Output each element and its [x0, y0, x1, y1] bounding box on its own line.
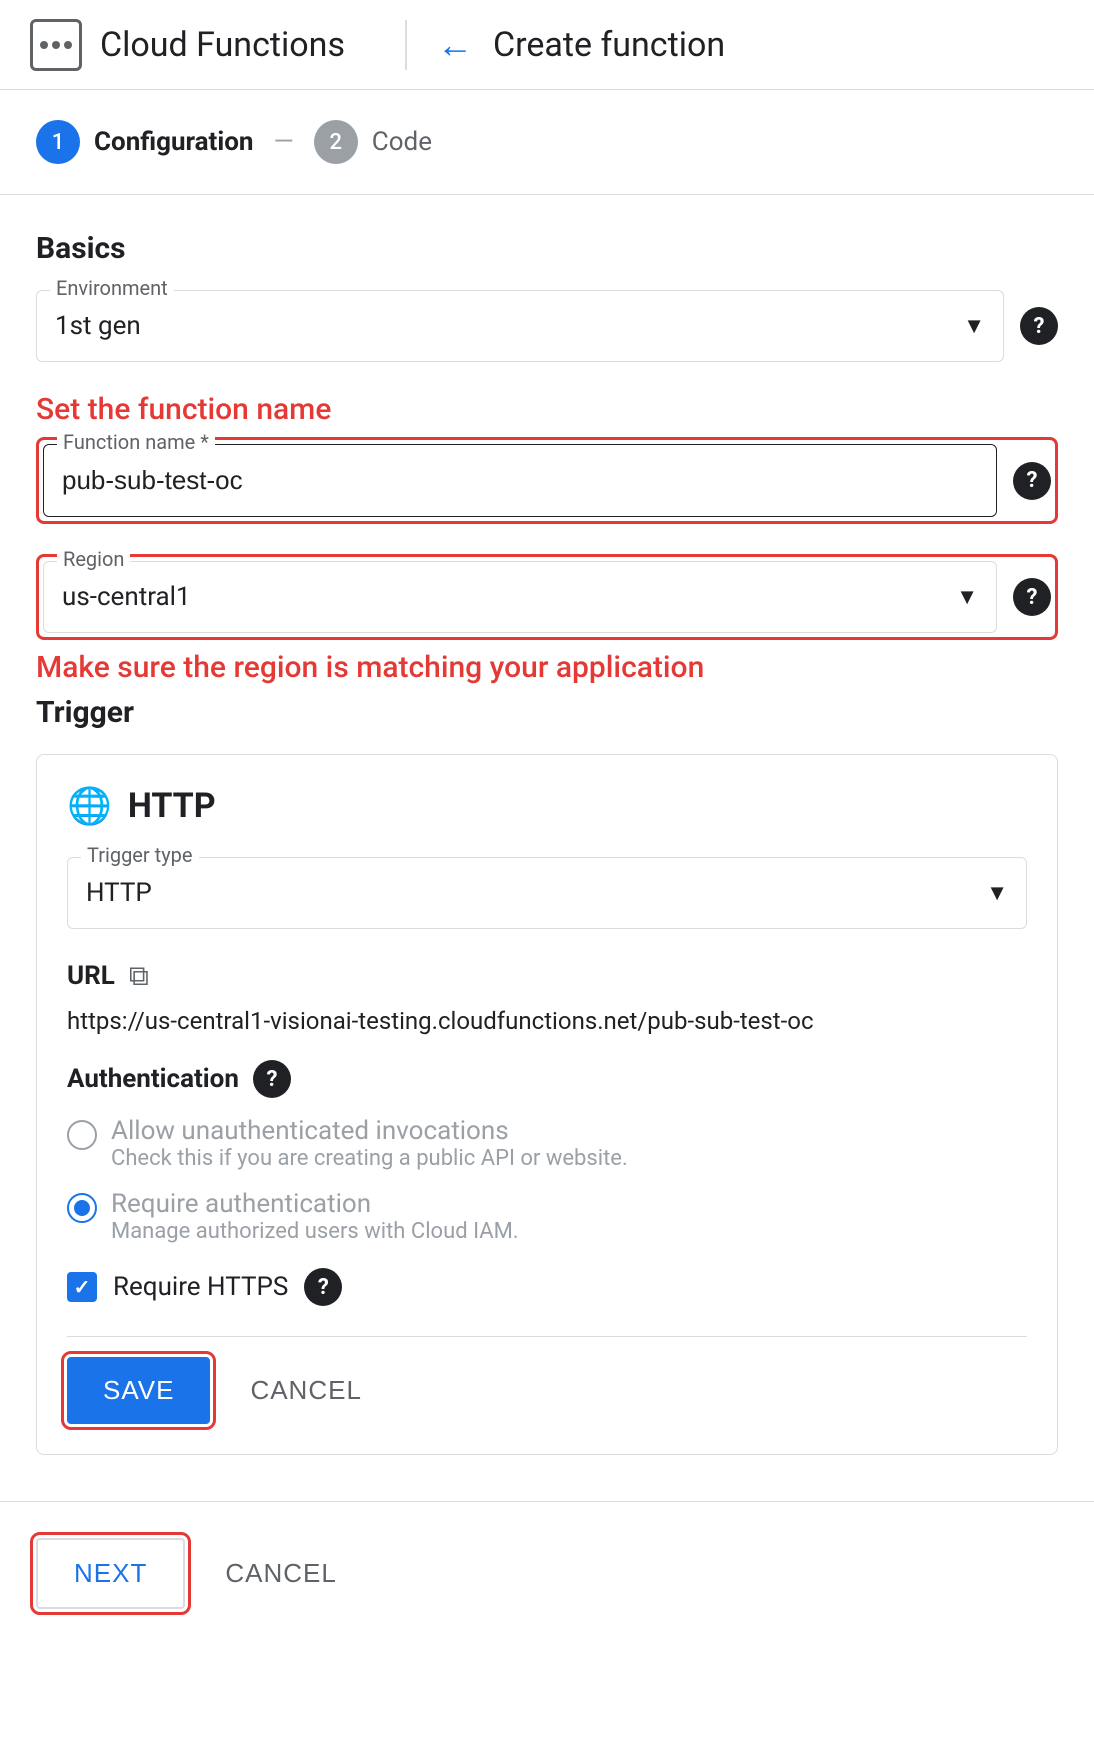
url-section: URL ⧉ https://us-central1-visionai-testi… — [67, 959, 1027, 1036]
function-name-input[interactable] — [43, 444, 997, 517]
auth-header: Authentication ? — [67, 1060, 1027, 1098]
environment-dropdown-icon: ▼ — [963, 313, 985, 339]
require-https-help-icon[interactable]: ? — [304, 1268, 342, 1306]
trigger-header: 🌐 HTTP — [67, 785, 1027, 827]
step-2-label: Code — [372, 127, 432, 157]
logo-icon — [30, 19, 82, 71]
save-button[interactable]: SAVE — [67, 1357, 210, 1424]
require-https-row[interactable]: ✓ Require HTTPS ? — [67, 1268, 1027, 1306]
bottom-buttons: NEXT CANCEL — [0, 1501, 1094, 1645]
stepper: 1 Configuration — 2 Code — [0, 90, 1094, 195]
header: Cloud Functions ← Create function — [0, 0, 1094, 90]
region-label: Region — [57, 547, 130, 571]
annotation-region: Make sure the region is matching your ap… — [36, 650, 1058, 685]
url-label: URL — [67, 961, 115, 991]
basics-section-title: Basics — [36, 231, 1058, 266]
trigger-type-dropdown-icon: ▼ — [986, 880, 1008, 906]
radio-sub-unauthenticated: Check this if you are creating a public … — [111, 1146, 628, 1171]
radio-circle-authenticated — [67, 1193, 97, 1223]
function-name-container: Function name * — [43, 444, 997, 517]
step-1-circle: 1 — [36, 120, 80, 164]
environment-field: Environment 1st gen ▼ ? — [36, 290, 1058, 362]
trigger-box: 🌐 HTTP Trigger type HTTP ▼ URL ⧉ https:/… — [36, 754, 1058, 1455]
radio-main-unauthenticated: Allow unauthenticated invocations — [111, 1116, 628, 1146]
step-1[interactable]: 1 Configuration — [36, 120, 253, 164]
function-name-help-icon[interactable]: ? — [1013, 462, 1051, 500]
service-name: Cloud Functions — [100, 25, 345, 65]
logo-dot-3 — [64, 41, 72, 49]
copy-icon[interactable]: ⧉ — [129, 959, 149, 993]
cancel-bottom-button[interactable]: CANCEL — [205, 1540, 356, 1607]
radio-option-unauthenticated[interactable]: Allow unauthenticated invocations Check … — [67, 1116, 1027, 1171]
cancel-trigger-button[interactable]: CANCEL — [230, 1357, 381, 1424]
radio-circle-unauthenticated — [67, 1120, 97, 1150]
radio-text-authenticated: Require authentication Manage authorized… — [111, 1189, 519, 1244]
page-title: Create function — [493, 25, 725, 65]
trigger-type-field: Trigger type HTTP ▼ — [67, 857, 1027, 929]
region-value: us-central1 — [62, 582, 191, 612]
environment-select-container: Environment 1st gen ▼ — [36, 290, 1004, 362]
environment-row: Environment 1st gen ▼ ? — [36, 290, 1058, 362]
trigger-section-title: Trigger — [36, 695, 1058, 730]
logo-dot-1 — [40, 41, 48, 49]
region-help-icon[interactable]: ? — [1013, 578, 1051, 616]
environment-label: Environment — [50, 276, 174, 300]
step-2[interactable]: 2 Code — [314, 120, 432, 164]
main-content: Basics Environment 1st gen ▼ ? Set the f… — [0, 195, 1094, 1491]
function-name-row: Function name * ? — [43, 444, 1051, 517]
environment-value: 1st gen — [55, 311, 141, 341]
trigger-type-label: Trigger type — [81, 843, 199, 867]
trigger-type-select[interactable]: HTTP ▼ — [67, 857, 1027, 929]
function-name-highlighted-wrapper: Function name * ? — [36, 437, 1058, 524]
radio-sub-authenticated: Manage authorized users with Cloud IAM. — [111, 1219, 519, 1244]
require-https-checkbox[interactable]: ✓ — [67, 1272, 97, 1302]
auth-label: Authentication — [67, 1064, 239, 1094]
authentication-section: Authentication ? Allow unauthenticated i… — [67, 1060, 1027, 1244]
environment-help-icon[interactable]: ? — [1020, 307, 1058, 345]
region-row: Region us-central1 ▼ ? — [43, 561, 1051, 633]
environment-select[interactable]: Environment 1st gen ▼ — [36, 290, 1004, 362]
region-highlighted-wrapper: Region us-central1 ▼ ? — [36, 554, 1058, 640]
radio-inner-authenticated — [74, 1200, 90, 1216]
region-dropdown-icon: ▼ — [956, 584, 978, 610]
http-globe-icon: 🌐 — [67, 785, 112, 827]
region-select-container: Region us-central1 ▼ — [43, 561, 997, 633]
annotation-function-name: Set the function name — [36, 392, 1058, 427]
logo-dots — [40, 41, 72, 49]
header-logo: Cloud Functions — [30, 19, 375, 71]
radio-option-authenticated[interactable]: Require authentication Manage authorized… — [67, 1189, 1027, 1244]
auth-help-icon[interactable]: ? — [253, 1060, 291, 1098]
trigger-buttons: SAVE CANCEL — [67, 1336, 1027, 1424]
step-separator: — — [273, 127, 293, 157]
url-header: URL ⧉ — [67, 959, 1027, 993]
region-select[interactable]: us-central1 ▼ — [43, 561, 997, 633]
logo-dot-2 — [52, 41, 60, 49]
url-value: https://us-central1-visionai-testing.clo… — [67, 1007, 814, 1035]
back-arrow-icon[interactable]: ← — [437, 24, 473, 66]
checkbox-check-icon: ✓ — [74, 1275, 91, 1299]
next-button[interactable]: NEXT — [36, 1538, 185, 1609]
trigger-title: HTTP — [128, 786, 216, 826]
step-1-label: Configuration — [94, 127, 253, 157]
header-divider — [405, 20, 407, 70]
step-2-circle: 2 — [314, 120, 358, 164]
back-button[interactable]: ← Create function — [437, 24, 725, 66]
radio-main-authenticated: Require authentication — [111, 1189, 519, 1219]
require-https-label: Require HTTPS — [113, 1272, 288, 1302]
radio-text-unauthenticated: Allow unauthenticated invocations Check … — [111, 1116, 628, 1171]
trigger-type-value: HTTP — [86, 878, 152, 908]
function-name-label: Function name * — [57, 430, 215, 454]
